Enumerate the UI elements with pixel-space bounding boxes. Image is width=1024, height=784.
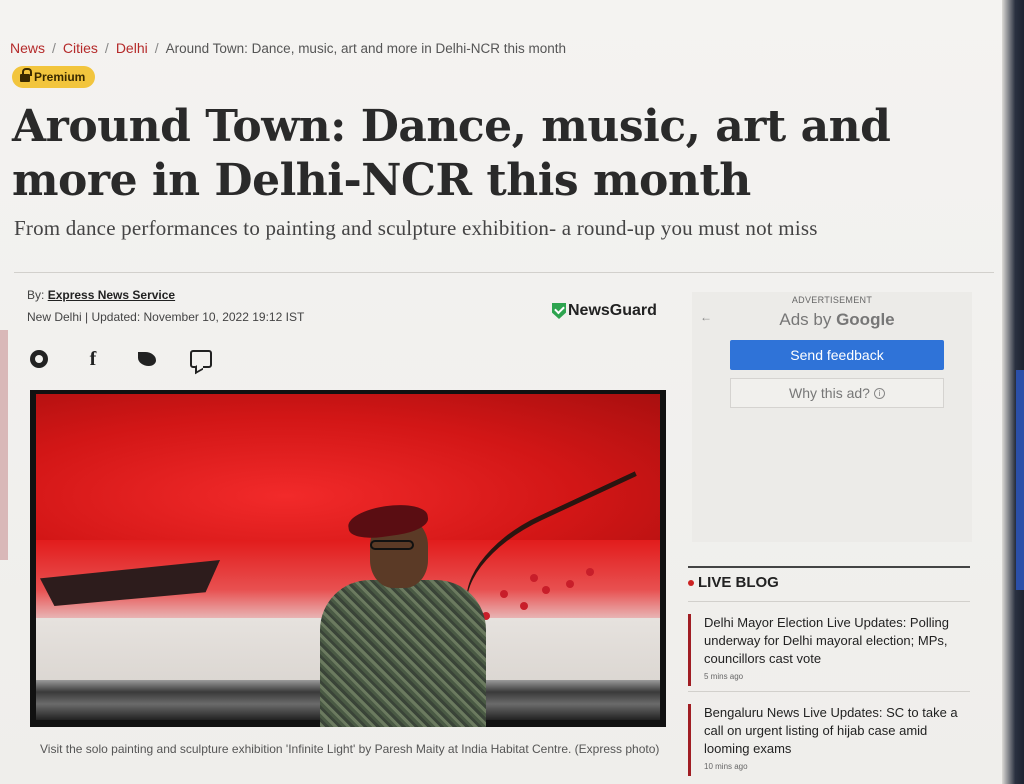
live-blog-item-text: Delhi Mayor Election Live Updates: Polli… (704, 615, 949, 666)
breadcrumb-separator: / (52, 40, 56, 56)
right-edge-strip (1002, 0, 1024, 784)
dateline: New Delhi | Updated: November 10, 2022 1… (27, 310, 305, 324)
live-blog-item-time: 10 mins ago (704, 762, 748, 771)
live-blog-separator (688, 601, 970, 602)
blossom (520, 602, 528, 610)
breadcrumb-cities[interactable]: Cities (63, 40, 98, 56)
header-divider (14, 272, 994, 273)
live-blog-item-bar (688, 614, 691, 686)
byline: By: Express News Service (27, 288, 175, 302)
ads-by-google: Ads by Google (692, 310, 982, 330)
live-blog-item[interactable]: Delhi Mayor Election Live Updates: Polli… (688, 614, 970, 686)
advertisement-box: ADVERTISEMENT ← Ads by Google Send feedb… (692, 292, 972, 542)
comment-icon[interactable] (190, 348, 212, 370)
breadcrumb-news[interactable]: News (10, 40, 45, 56)
right-edge-accent (1016, 370, 1024, 590)
send-feedback-button[interactable]: Send feedback (730, 340, 944, 370)
article-headline: Around Town: Dance, music, art and more … (12, 101, 891, 206)
live-blog-item-bar (688, 704, 691, 776)
author-link[interactable]: Express News Service (48, 288, 175, 302)
newsguard-label: NewsGuard (568, 302, 657, 319)
shield-check-icon (552, 303, 566, 319)
photo-person-body (320, 580, 486, 727)
share-bar: f (28, 348, 244, 370)
byline-prefix: By: (27, 288, 45, 302)
breadcrumb-current: Around Town: Dance, music, art and more … (165, 40, 567, 56)
article-subhead: From dance performances to painting and … (14, 216, 818, 240)
live-blog-label: LIVE BLOG (698, 574, 779, 591)
google-logo: Google (836, 310, 895, 329)
live-blog-separator (688, 691, 970, 692)
article-photo[interactable] (30, 390, 666, 727)
ads-by-text: Ads by (779, 310, 832, 329)
breadcrumb-separator: / (104, 40, 109, 56)
whatsapp-icon[interactable] (28, 348, 50, 370)
facebook-icon[interactable]: f (82, 348, 104, 370)
newsguard-badge[interactable]: NewsGuard (552, 302, 657, 320)
ad-label: ADVERTISEMENT (791, 295, 873, 305)
blossom (530, 574, 538, 582)
breadcrumb-separator: / (154, 40, 159, 56)
blossom (542, 586, 550, 594)
lock-icon (20, 68, 32, 82)
blossom (500, 590, 508, 598)
info-icon: i (873, 387, 885, 399)
twitter-icon[interactable] (136, 348, 158, 370)
premium-label: Premium (34, 70, 86, 84)
live-blog-title[interactable]: LIVE BLOG (688, 574, 970, 591)
live-blog: LIVE BLOG Delhi Mayor Election Live Upda… (688, 566, 970, 776)
breadcrumb-delhi[interactable]: Delhi (116, 40, 148, 56)
why-this-ad-button[interactable]: Why this ad? i (730, 378, 944, 408)
photo-caption: Visit the solo painting and sculpture ex… (40, 742, 660, 756)
left-edge-strip (0, 330, 8, 560)
live-dot-icon (688, 579, 694, 586)
breadcrumb: News / Cities / Delhi / Around Town: Dan… (10, 40, 566, 56)
blossom (566, 580, 574, 588)
why-this-ad-label: Why this ad? (789, 385, 870, 401)
live-blog-rule (688, 566, 970, 568)
live-blog-item[interactable]: Bengaluru News Live Updates: SC to take … (688, 704, 970, 776)
article-page: News / Cities / Delhi / Around Town: Dan… (0, 0, 1024, 784)
blossom (586, 568, 594, 576)
live-blog-item-time: 5 mins ago (704, 672, 744, 681)
live-blog-item-text: Bengaluru News Live Updates: SC to take … (704, 705, 958, 756)
photo-person-glasses (370, 540, 414, 550)
premium-badge: Premium (12, 66, 96, 88)
